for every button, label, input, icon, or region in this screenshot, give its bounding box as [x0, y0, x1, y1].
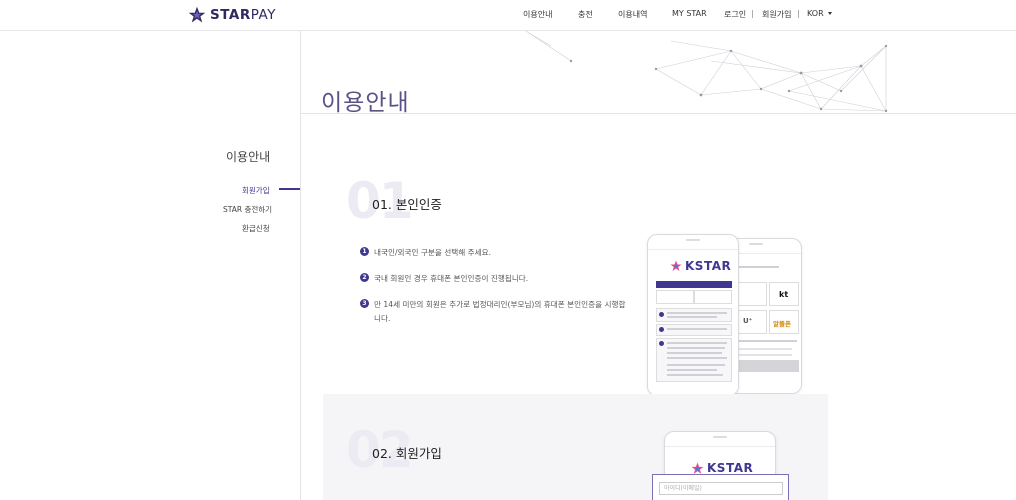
kstar-star-icon [691, 462, 704, 474]
mini-text-line [667, 342, 727, 344]
step-item: 3 만 14세 미만의 회원은 추가로 법정대리인(부모님)의 휴대폰 본인인증… [360, 298, 630, 326]
kstar-brand: KSTAR [691, 461, 753, 475]
phone-screen: KSTAR [648, 249, 738, 395]
nav-charge[interactable]: 충전 [578, 9, 593, 20]
phone-speaker [686, 239, 700, 241]
mini-step-dot [659, 312, 664, 317]
mini-text-line [667, 312, 727, 314]
mini-notice-box [656, 324, 732, 336]
mini-text-line [667, 316, 717, 318]
kstar-star-icon [670, 260, 682, 271]
kstar-brand: KSTAR [670, 259, 731, 273]
mini-step-dot [659, 327, 664, 332]
nav-guide[interactable]: 이용안내 [523, 9, 552, 20]
nav-separator: | [797, 9, 800, 18]
carrier-kt: kt [779, 290, 789, 299]
mini-text-line [737, 348, 792, 350]
mini-text-line [667, 347, 725, 349]
page-title: 이용안내 [321, 90, 410, 116]
mini-text-line [667, 328, 727, 330]
mini-text-line [739, 266, 779, 268]
mini-text-line [737, 340, 797, 342]
step-text: 만 14세 미만의 회원은 추가로 법정대리인(부모님)의 휴대폰 본인인증을 … [374, 300, 626, 323]
mini-text-line [667, 352, 722, 354]
language-selector[interactable]: KOR [807, 9, 832, 18]
section-title-verification: 01. 본인인증 [372, 197, 442, 212]
phone-speaker [713, 436, 727, 438]
nav-history[interactable]: 이용내역 [618, 9, 647, 20]
sidebar-active-indicator [279, 188, 300, 190]
sidebar-divider [300, 31, 301, 500]
mini-option-box [694, 290, 732, 304]
nav-signup[interactable]: 회원가입 [762, 9, 791, 20]
nav-mystar[interactable]: MY STAR [672, 9, 707, 18]
carrier-tile [737, 282, 767, 306]
mini-text-line [667, 369, 717, 371]
kstar-wordmark: KSTAR [685, 259, 732, 273]
mini-text-line [667, 374, 723, 376]
logo-text-bold: STAR [210, 7, 251, 23]
mini-option-box [656, 290, 694, 304]
star-logo-icon [188, 6, 206, 24]
step-text: 내국인/외국인 구분을 선택해 주세요. [374, 248, 492, 257]
kstar-wordmark: KSTAR [707, 461, 754, 475]
sidebar-item-refund[interactable]: 환급신청 [242, 223, 270, 234]
sidebar-title: 이용안내 [226, 150, 271, 164]
starpay-logo[interactable]: STARPAY [188, 5, 276, 25]
phone-speaker [749, 243, 763, 245]
logo-text-thin: PAY [250, 7, 276, 23]
sidebar-item-signup[interactable]: 회원가입 [242, 185, 270, 196]
language-label: KOR [807, 9, 824, 18]
mini-text-line [737, 354, 792, 356]
carrier-mvno: 알뜰폰 [773, 320, 791, 328]
caret-down-icon [827, 12, 832, 15]
signup-form-highlight: 아이디(이메일) [652, 474, 789, 500]
sidebar-item-star-charge[interactable]: STAR 충전하기 [223, 204, 272, 215]
mini-text-line [667, 364, 725, 366]
mini-step-dot [659, 341, 664, 346]
top-header: STARPAY 이용안내 충전 이용내역 MY STAR 로그인 | 회원가입 … [0, 0, 1016, 31]
mini-notice-box [656, 308, 732, 322]
email-field[interactable]: 아이디(이메일) [659, 482, 783, 495]
mini-confirm-button [737, 360, 799, 372]
mini-header-bar [656, 281, 732, 288]
logo-text: STARPAY [210, 7, 276, 23]
step-number-badge: 1 [360, 247, 369, 256]
phone-mockup-front: KSTAR [647, 234, 739, 396]
step-item: 2 국내 회원인 경우 휴대폰 본인인증이 진행됩니다. [360, 272, 630, 286]
nav-login[interactable]: 로그인 [724, 9, 746, 20]
nav-separator: | [751, 9, 754, 18]
step-item: 1 내국인/외국인 구분을 선택해 주세요. [360, 246, 630, 260]
section-title-signup: 02. 회원가입 [372, 446, 442, 461]
step-number-badge: 2 [360, 273, 369, 282]
step-text: 국내 회원인 경우 휴대폰 본인인증이 진행됩니다. [374, 274, 529, 283]
carrier-lgu: U⁺ [743, 317, 753, 325]
step-number-badge: 3 [360, 299, 369, 308]
mini-text-line [667, 357, 727, 359]
